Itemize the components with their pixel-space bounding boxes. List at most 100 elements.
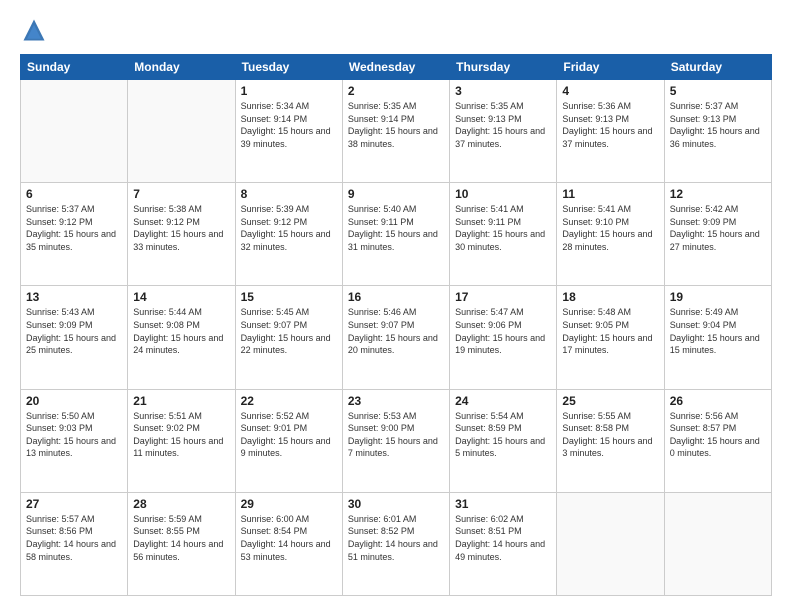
- cell-info: Sunrise: 5:46 AM Sunset: 9:07 PM Dayligh…: [348, 306, 444, 356]
- cell-info: Sunrise: 5:56 AM Sunset: 8:57 PM Dayligh…: [670, 410, 766, 460]
- day-number: 27: [26, 497, 122, 511]
- calendar-cell: 21Sunrise: 5:51 AM Sunset: 9:02 PM Dayli…: [128, 389, 235, 492]
- calendar-cell: 3 Sunrise: 5:35 AM Sunset: 9:13 PM Daylig…: [450, 80, 557, 183]
- cell-info: Sunrise: 5:48 AM Sunset: 9:05 PM Dayligh…: [562, 306, 658, 356]
- calendar-cell: [21, 80, 128, 183]
- cell-info: Sunrise: 5:59 AM Sunset: 8:55 PM Dayligh…: [133, 513, 229, 563]
- calendar-cell: 26 Sunrise: 5:56 AM Sunset: 8:57 PM Dayli…: [664, 389, 771, 492]
- calendar-week-row: 27 Sunrise: 5:57 AM Sunset: 8:56 PM Dayli…: [21, 492, 772, 595]
- day-number: 14: [133, 290, 229, 304]
- calendar-header-friday: Friday: [557, 55, 664, 80]
- day-number: 12: [670, 187, 766, 201]
- calendar-cell: [128, 80, 235, 183]
- cell-info: Sunrise: 5:39 AM Sunset: 9:12 PM Dayligh…: [241, 203, 337, 253]
- day-number: 8: [241, 187, 337, 201]
- cell-info: Sunrise: 5:40 AM Sunset: 9:11 PM Dayligh…: [348, 203, 444, 253]
- calendar-cell: 17 Sunrise: 5:47 AM Sunset: 9:06 PM Dayli…: [450, 286, 557, 389]
- calendar-header-thursday: Thursday: [450, 55, 557, 80]
- calendar-cell: 11 Sunrise: 5:41 AM Sunset: 9:10 PM Dayli…: [557, 183, 664, 286]
- calendar-cell: 22 Sunrise: 5:52 AM Sunset: 9:01 PM Dayli…: [235, 389, 342, 492]
- day-number: 16: [348, 290, 444, 304]
- cell-info: Sunrise: 6:01 AM Sunset: 8:52 PM Dayligh…: [348, 513, 444, 563]
- calendar-cell: 16 Sunrise: 5:46 AM Sunset: 9:07 PM Dayli…: [342, 286, 449, 389]
- day-number: 7: [133, 187, 229, 201]
- cell-info: Sunrise: 6:00 AM Sunset: 8:54 PM Dayligh…: [241, 513, 337, 563]
- day-number: 26: [670, 394, 766, 408]
- day-number: 30: [348, 497, 444, 511]
- day-number: 20: [26, 394, 122, 408]
- cell-info: Sunrise: 5:35 AM Sunset: 9:14 PM Dayligh…: [348, 100, 444, 150]
- calendar-header-tuesday: Tuesday: [235, 55, 342, 80]
- calendar-cell: 29 Sunrise: 6:00 AM Sunset: 8:54 PM Dayli…: [235, 492, 342, 595]
- day-number: 24: [455, 394, 551, 408]
- calendar-cell: 9 Sunrise: 5:40 AM Sunset: 9:11 PM Daylig…: [342, 183, 449, 286]
- calendar-header-sunday: Sunday: [21, 55, 128, 80]
- day-number: 2: [348, 84, 444, 98]
- day-number: 31: [455, 497, 551, 511]
- day-number: 25: [562, 394, 658, 408]
- calendar-cell: 25 Sunrise: 5:55 AM Sunset: 8:58 PM Dayli…: [557, 389, 664, 492]
- calendar-cell: 15Sunrise: 5:45 AM Sunset: 9:07 PM Dayli…: [235, 286, 342, 389]
- day-number: 11: [562, 187, 658, 201]
- day-number: 9: [348, 187, 444, 201]
- calendar-cell: 30 Sunrise: 6:01 AM Sunset: 8:52 PM Dayli…: [342, 492, 449, 595]
- day-number: 29: [241, 497, 337, 511]
- calendar-cell: 27 Sunrise: 5:57 AM Sunset: 8:56 PM Dayli…: [21, 492, 128, 595]
- day-number: 6: [26, 187, 122, 201]
- day-number: 22: [241, 394, 337, 408]
- day-number: 3: [455, 84, 551, 98]
- day-number: 21: [133, 394, 229, 408]
- calendar-cell: 19Sunrise: 5:49 AM Sunset: 9:04 PM Dayli…: [664, 286, 771, 389]
- calendar-cell: 1 Sunrise: 5:34 AM Sunset: 9:14 PM Daylig…: [235, 80, 342, 183]
- day-number: 15: [241, 290, 337, 304]
- cell-info: Sunrise: 5:42 AM Sunset: 9:09 PM Dayligh…: [670, 203, 766, 253]
- cell-info: Sunrise: 5:37 AM Sunset: 9:13 PM Dayligh…: [670, 100, 766, 150]
- calendar-cell: 6 Sunrise: 5:37 AM Sunset: 9:12 PM Daylig…: [21, 183, 128, 286]
- calendar-cell: 23 Sunrise: 5:53 AM Sunset: 9:00 PM Dayli…: [342, 389, 449, 492]
- cell-info: Sunrise: 5:49 AM Sunset: 9:04 PM Dayligh…: [670, 306, 766, 356]
- calendar-cell: 13 Sunrise: 5:43 AM Sunset: 9:09 PM Dayli…: [21, 286, 128, 389]
- calendar-cell: 10 Sunrise: 5:41 AM Sunset: 9:11 PM Dayli…: [450, 183, 557, 286]
- calendar-cell: 2 Sunrise: 5:35 AM Sunset: 9:14 PM Daylig…: [342, 80, 449, 183]
- cell-info: Sunrise: 5:41 AM Sunset: 9:11 PM Dayligh…: [455, 203, 551, 253]
- day-number: 13: [26, 290, 122, 304]
- cell-info: Sunrise: 5:52 AM Sunset: 9:01 PM Dayligh…: [241, 410, 337, 460]
- cell-info: Sunrise: 5:53 AM Sunset: 9:00 PM Dayligh…: [348, 410, 444, 460]
- day-number: 18: [562, 290, 658, 304]
- calendar-cell: 7 Sunrise: 5:38 AM Sunset: 9:12 PM Daylig…: [128, 183, 235, 286]
- cell-info: Sunrise: 5:54 AM Sunset: 8:59 PM Dayligh…: [455, 410, 551, 460]
- calendar-cell: 8 Sunrise: 5:39 AM Sunset: 9:12 PM Daylig…: [235, 183, 342, 286]
- cell-info: Sunrise: 5:37 AM Sunset: 9:12 PM Dayligh…: [26, 203, 122, 253]
- cell-info: Sunrise: 5:47 AM Sunset: 9:06 PM Dayligh…: [455, 306, 551, 356]
- cell-info: Sunrise: 5:43 AM Sunset: 9:09 PM Dayligh…: [26, 306, 122, 356]
- calendar-header-wednesday: Wednesday: [342, 55, 449, 80]
- cell-info: Sunrise: 5:38 AM Sunset: 9:12 PM Dayligh…: [133, 203, 229, 253]
- calendar-week-row: 20 Sunrise: 5:50 AM Sunset: 9:03 PM Dayli…: [21, 389, 772, 492]
- calendar-cell: 12 Sunrise: 5:42 AM Sunset: 9:09 PM Dayli…: [664, 183, 771, 286]
- calendar-cell: 4Sunrise: 5:36 AM Sunset: 9:13 PM Daylig…: [557, 80, 664, 183]
- cell-info: Sunrise: 5:34 AM Sunset: 9:14 PM Dayligh…: [241, 100, 337, 150]
- logo: [20, 16, 52, 44]
- day-number: 23: [348, 394, 444, 408]
- logo-icon: [20, 16, 48, 44]
- day-number: 28: [133, 497, 229, 511]
- calendar-week-row: 13 Sunrise: 5:43 AM Sunset: 9:09 PM Dayli…: [21, 286, 772, 389]
- calendar-cell: 20 Sunrise: 5:50 AM Sunset: 9:03 PM Dayli…: [21, 389, 128, 492]
- day-number: 10: [455, 187, 551, 201]
- cell-info: Sunrise: 5:55 AM Sunset: 8:58 PM Dayligh…: [562, 410, 658, 460]
- day-number: 17: [455, 290, 551, 304]
- day-number: 1: [241, 84, 337, 98]
- cell-info: Sunrise: 5:57 AM Sunset: 8:56 PM Dayligh…: [26, 513, 122, 563]
- cell-info: Sunrise: 5:35 AM Sunset: 9:13 PM Dayligh…: [455, 100, 551, 150]
- cell-info: Sunrise: 5:41 AM Sunset: 9:10 PM Dayligh…: [562, 203, 658, 253]
- calendar-header-row: SundayMondayTuesdayWednesdayThursdayFrid…: [21, 55, 772, 80]
- calendar-header-saturday: Saturday: [664, 55, 771, 80]
- cell-info: Sunrise: 5:36 AM Sunset: 9:13 PM Dayligh…: [562, 100, 658, 150]
- header: [20, 16, 772, 44]
- calendar-week-row: 6 Sunrise: 5:37 AM Sunset: 9:12 PM Daylig…: [21, 183, 772, 286]
- calendar-cell: [557, 492, 664, 595]
- cell-info: Sunrise: 5:50 AM Sunset: 9:03 PM Dayligh…: [26, 410, 122, 460]
- calendar-week-row: 1 Sunrise: 5:34 AM Sunset: 9:14 PM Daylig…: [21, 80, 772, 183]
- calendar-cell: 18 Sunrise: 5:48 AM Sunset: 9:05 PM Dayli…: [557, 286, 664, 389]
- calendar-cell: 31Sunrise: 6:02 AM Sunset: 8:51 PM Dayli…: [450, 492, 557, 595]
